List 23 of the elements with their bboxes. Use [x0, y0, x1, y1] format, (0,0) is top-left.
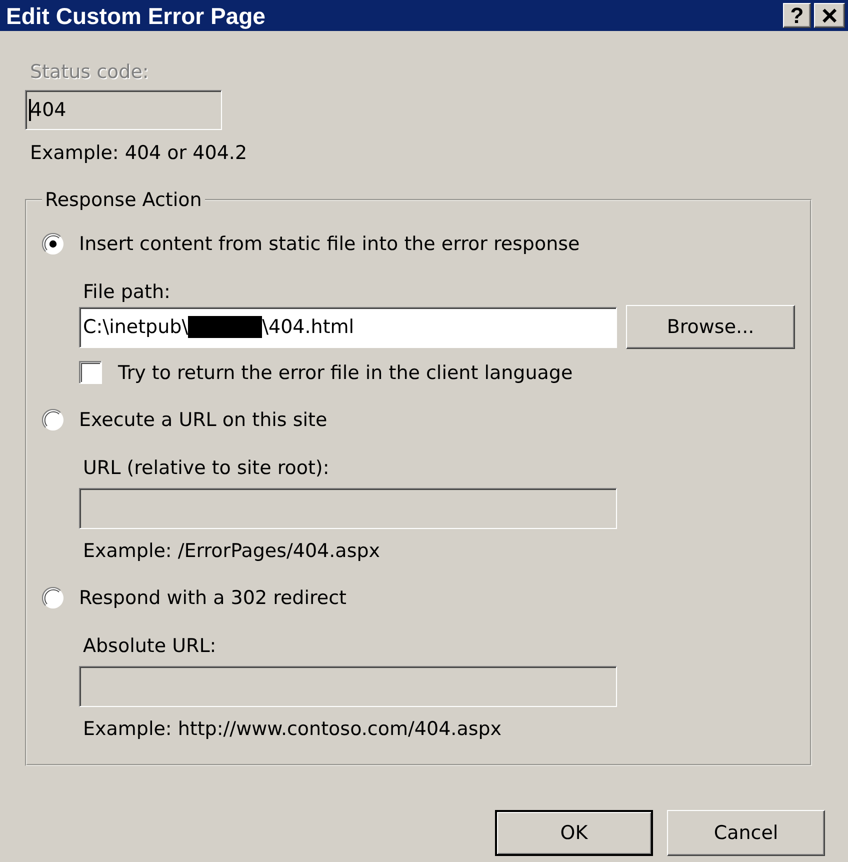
- field-label: File path:: [83, 281, 170, 303]
- radio-label[interactable]: Respond with a 302 redirect: [79, 587, 347, 609]
- checkbox-label[interactable]: Try to return the error file in the client language: [118, 362, 573, 384]
- radio-button[interactable]: [42, 587, 64, 609]
- radio-label[interactable]: Execute a URL on this site: [79, 409, 328, 431]
- close-button[interactable]: ×: [814, 3, 845, 28]
- field-label: URL (relative to site root):: [83, 457, 330, 479]
- group-title: Response Action: [44, 189, 203, 211]
- checkbox[interactable]: [79, 361, 102, 384]
- window-title: Edit Custom Error Page: [6, 2, 266, 30]
- input-field[interactable]: C:\inetpub\ \404.html: [79, 306, 617, 348]
- radio-button[interactable]: [42, 233, 64, 255]
- dialog-button[interactable]: Cancel: [667, 810, 825, 856]
- radio-label[interactable]: Insert content from static file into the error response: [79, 233, 580, 255]
- radio-button[interactable]: [42, 409, 64, 431]
- field-label: Status code:: [30, 61, 149, 83]
- example-text: Example: http://www.contoso.com/404.aspx: [83, 718, 502, 740]
- dialog-button[interactable]: OK: [495, 810, 653, 856]
- help-button[interactable]: ?: [783, 3, 811, 28]
- example-text: Example: /ErrorPages/404.aspx: [83, 540, 380, 562]
- field-label: Absolute URL:: [83, 635, 216, 657]
- example-text: Example: 404 or 404.2: [30, 142, 248, 164]
- browse-button[interactable]: Browse...: [626, 305, 795, 349]
